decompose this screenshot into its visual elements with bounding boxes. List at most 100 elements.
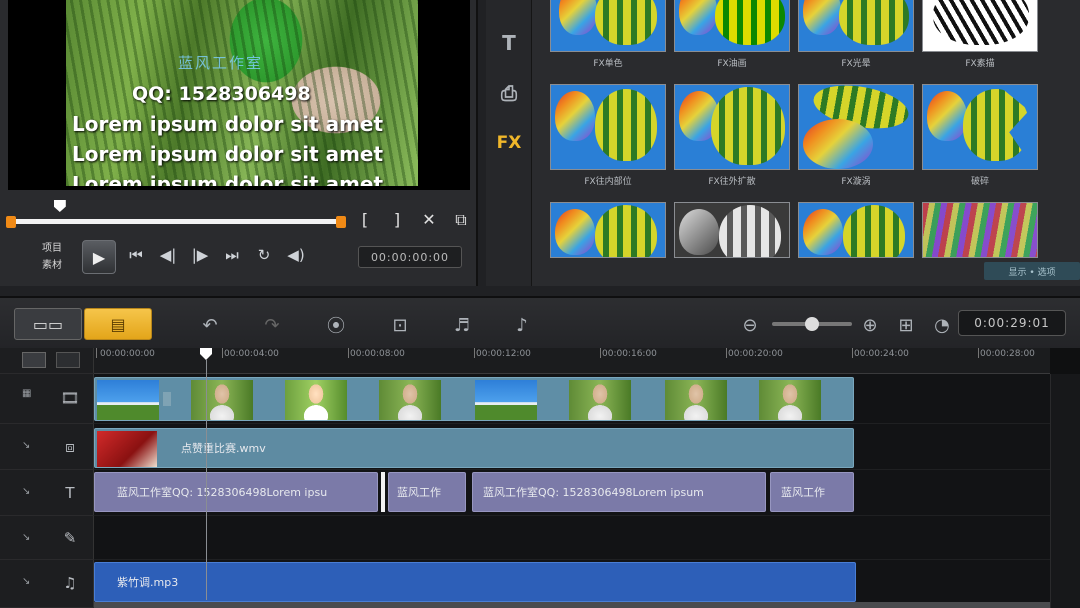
voice-track-lane[interactable] — [94, 516, 1050, 560]
time-ruler[interactable]: 00:00:00:00 00:00:04:00 00:00:08:00 00:0… — [94, 348, 1050, 374]
filter-thumb[interactable] — [674, 0, 790, 52]
filter-label: FX油画 — [717, 59, 747, 69]
ruler-tick — [222, 348, 223, 358]
record-capture-icon[interactable]: ⦿ — [322, 312, 350, 338]
filter-thumb[interactable] — [550, 202, 666, 258]
mark-in-button[interactable]: [ — [356, 210, 374, 230]
mode-project-label[interactable]: 项目 — [42, 240, 62, 257]
title-track-icon[interactable]: T — [56, 479, 84, 507]
audio-clip-label: 紫竹调.mp3 — [117, 576, 179, 589]
track-visibility-icon[interactable]: ▦ — [22, 388, 31, 399]
repeat-icon[interactable]: ↻ — [254, 246, 274, 264]
filter-fx-category-icon[interactable]: FX — [494, 130, 524, 156]
volume-icon[interactable]: ◀) — [286, 246, 306, 264]
trim-out-handle[interactable] — [336, 216, 346, 228]
zoom-in-icon[interactable]: ⊕ — [856, 312, 884, 338]
title-track-lane: 蓝风工作室QQ: 1528306498Lorem ipsu 蓝风工作 蓝风工作室… — [94, 470, 1050, 516]
storyboard-icon: ▭▭ — [32, 314, 64, 334]
auto-music-icon[interactable]: ♪ — [508, 312, 536, 338]
title-clip-label: 蓝风工作室QQ: 1528306498Lorem ipsu — [117, 486, 328, 499]
overlay-clip[interactable]: 点赞重比赛.wmv — [94, 428, 854, 468]
zoom-slider-knob[interactable] — [805, 317, 819, 331]
zoom-slider[interactable] — [772, 317, 852, 331]
filter-thumb[interactable] — [922, 84, 1038, 170]
title-clip-label: 蓝风工作 — [397, 486, 441, 499]
title-clip[interactable]: 蓝风工作 — [770, 472, 854, 512]
title-clip[interactable]: 蓝风工作室QQ: 1528306498Lorem ipsum — [472, 472, 766, 512]
filter-thumb[interactable] — [798, 202, 914, 258]
filter-label: FX单色 — [593, 59, 623, 69]
split-clip-button[interactable]: ✕ — [420, 210, 438, 230]
ruler-label: 00:00:00:00 — [100, 349, 155, 359]
overlay-track-icon[interactable]: ⧈ — [56, 433, 84, 461]
redo-icon[interactable]: ↷ — [258, 312, 286, 338]
video-track-icon[interactable]: 🎞 — [56, 384, 84, 412]
zoom-out-icon[interactable]: ⊖ — [736, 312, 764, 338]
balloon-image — [595, 89, 657, 161]
filter-thumb[interactable] — [674, 84, 790, 170]
balloon-image — [923, 203, 1037, 257]
fit-project-icon[interactable]: ⊞ — [892, 312, 920, 338]
next-frame-icon[interactable]: |▶ — [190, 246, 210, 264]
end-icon[interactable]: ⏭ — [222, 246, 242, 264]
transition-marker[interactable] — [163, 392, 171, 406]
preview-scrubber[interactable] — [6, 200, 346, 228]
filter-thumb[interactable] — [674, 202, 790, 258]
clip-thumbnail — [569, 380, 631, 420]
timeline-view-button[interactable]: ▤ — [84, 308, 152, 340]
scrubber-playhead[interactable] — [53, 200, 66, 212]
balloon-image — [555, 209, 595, 255]
music-track-lane: 紫竹调.mp3 — [94, 560, 1050, 608]
track-toggle-icon[interactable]: ↘ — [22, 532, 30, 543]
clip-thumbnail — [97, 431, 157, 467]
preview-screen[interactable]: 蓝风工作室 QQ: 1528306498 Lorem ipsum dolor s… — [8, 0, 470, 190]
title-clip[interactable]: 蓝风工作室QQ: 1528306498Lorem ipsu — [94, 472, 378, 512]
mark-out-button[interactable]: ] — [388, 210, 406, 230]
filter-thumb[interactable] — [922, 0, 1038, 52]
undo-icon[interactable]: ↶ — [196, 312, 224, 338]
audio-clip[interactable]: 紫竹调.mp3 — [94, 562, 856, 602]
track-toggle-icon[interactable]: ↘ — [22, 576, 30, 587]
graphics-category-icon[interactable]: ⎙ — [494, 80, 524, 106]
timeline-horizontal-scrollbar[interactable] — [94, 602, 1050, 608]
balloon-image — [595, 205, 657, 257]
previous-frame-icon[interactable]: ◀| — [158, 246, 178, 264]
timeline-vertical-scrollbar[interactable] — [1050, 374, 1080, 608]
title-category-icon[interactable]: T — [494, 30, 524, 56]
ruler-tick — [600, 348, 601, 358]
voice-track-icon[interactable]: ✎ — [56, 524, 84, 552]
filter-thumb[interactable] — [798, 84, 914, 170]
track-manager-icon[interactable] — [56, 352, 80, 368]
trim-controls: [ ] ✕ ⧉ — [356, 210, 470, 230]
show-all-tracks-icon[interactable] — [22, 352, 46, 368]
track-toggle-icon[interactable]: ↘ — [22, 486, 30, 497]
overlay-clip-label: 点赞重比赛.wmv — [181, 442, 266, 455]
filter-thumb[interactable] — [922, 202, 1038, 258]
filter-label: FX漩涡 — [841, 177, 871, 187]
storyboard-view-button[interactable]: ▭▭ — [14, 308, 82, 340]
enlarge-preview-button[interactable]: ⧉ — [452, 210, 470, 230]
screen-capture-icon[interactable]: ⊡ — [386, 312, 414, 338]
filter-thumb[interactable] — [550, 0, 666, 52]
sound-mixer-icon[interactable]: ♬ — [448, 312, 476, 338]
overlay-qq-text: QQ: 1528306498 — [132, 83, 311, 105]
project-duration-timecode[interactable]: 0:00:29:01 — [958, 310, 1066, 336]
track-toggle-icon[interactable]: ↘ — [22, 440, 30, 451]
balloon-image — [595, 0, 657, 45]
title-clip-label: 蓝风工作室QQ: 1528306498Lorem ipsum — [483, 486, 704, 499]
mode-clip-label[interactable]: 素材 — [42, 257, 62, 274]
title-clip-label: 蓝风工作 — [781, 486, 825, 499]
video-track-lane — [94, 374, 1050, 424]
title-clip[interactable]: 蓝风工作 — [388, 472, 466, 512]
home-icon[interactable]: ⏮ — [126, 246, 146, 264]
trim-in-handle[interactable] — [6, 216, 16, 228]
play-button[interactable]: ▶ — [82, 240, 116, 274]
ruler-tick — [96, 348, 97, 358]
preview-timecode[interactable]: 00:00:00:00 — [358, 246, 462, 268]
video-editor-app: 蓝风工作室 QQ: 1528306498 Lorem ipsum dolor s… — [0, 0, 1080, 608]
video-clip[interactable] — [94, 377, 854, 421]
filter-thumb[interactable] — [550, 84, 666, 170]
filter-thumb[interactable] — [798, 0, 914, 52]
music-track-icon[interactable]: ♫ — [56, 569, 84, 597]
library-status-bar[interactable]: 显示 • 选项 — [984, 262, 1080, 280]
